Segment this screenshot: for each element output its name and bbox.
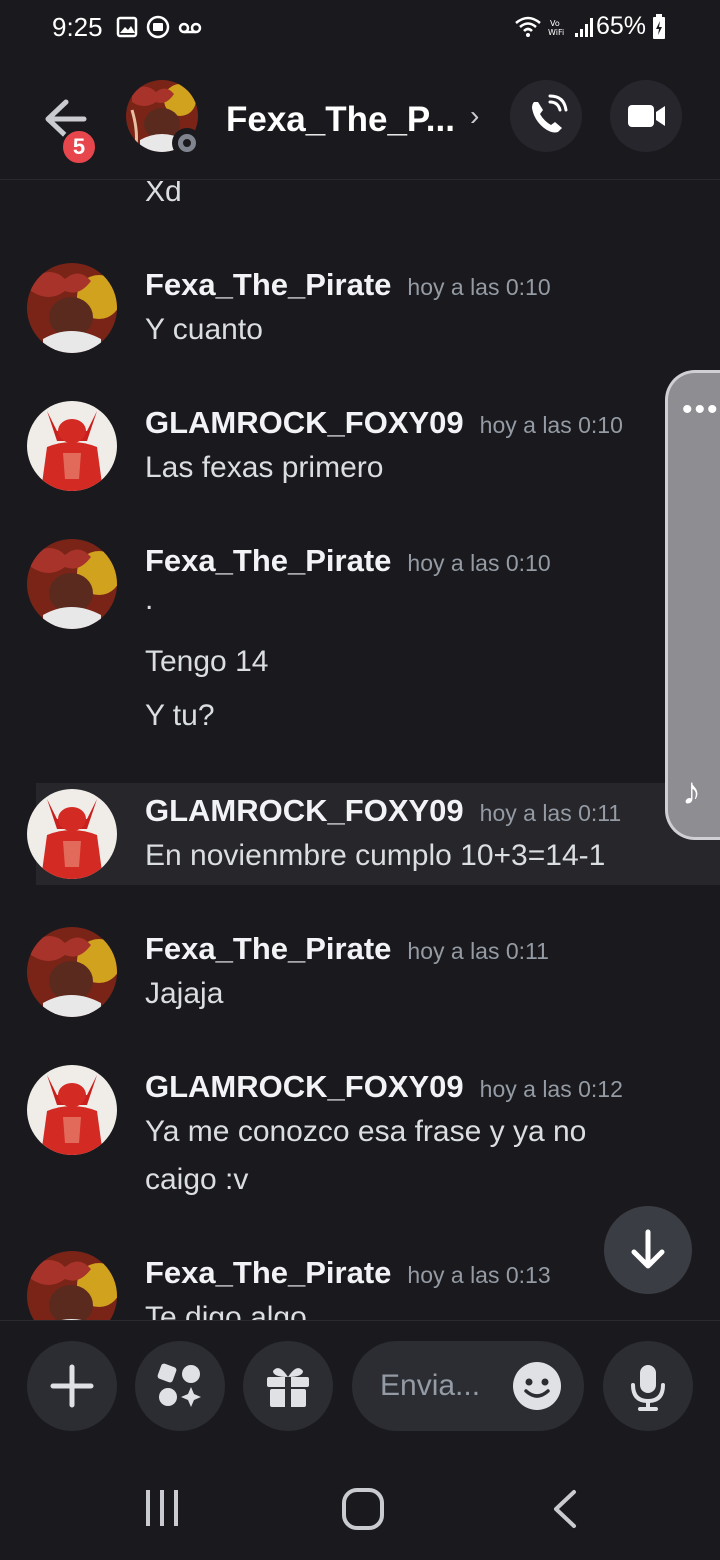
message-timestamp: hoy a las 0:10 xyxy=(407,274,551,300)
video-call-button[interactable] xyxy=(610,80,682,152)
message-author[interactable]: Fexa_The_Pirate hoy a las 0:11 xyxy=(145,931,549,967)
message-author[interactable]: GLAMROCK_FOXY09 hoy a las 0:11 xyxy=(145,793,621,829)
message-composer: Envia... xyxy=(0,1320,720,1450)
message-item[interactable]: GLAMROCK_FOXY09 hoy a las 0:10 Las fexas … xyxy=(0,399,720,499)
unread-badge: 5 xyxy=(60,128,98,166)
message-text: Jajaja xyxy=(145,977,224,1010)
message-text: Xd xyxy=(145,181,182,208)
battery-percent: 65% xyxy=(595,12,646,40)
home-icon[interactable] xyxy=(340,1486,386,1532)
message-text: . xyxy=(145,583,154,616)
message-text: Te digo algo xyxy=(145,1301,307,1320)
message-author[interactable]: GLAMROCK_FOXY09 hoy a las 0:12 xyxy=(145,1069,623,1105)
message-text: Las fexas primero xyxy=(145,451,384,484)
smiley-icon[interactable] xyxy=(512,1361,562,1411)
jump-to-latest-button[interactable] xyxy=(604,1206,692,1294)
svg-text:Vo: Vo xyxy=(550,19,560,28)
back-nav-icon[interactable] xyxy=(548,1488,582,1530)
message-text: Tengo 14 xyxy=(145,645,269,678)
avatar[interactable] xyxy=(27,1065,117,1155)
message-timestamp: hoy a las 0:10 xyxy=(407,550,551,576)
avatar[interactable] xyxy=(27,927,117,1017)
gift-button[interactable] xyxy=(243,1341,333,1431)
status-bar: 9:25 Vo WiFi 65% xyxy=(0,0,720,56)
message-timestamp: hoy a las 0:11 xyxy=(407,938,549,964)
message-text: Y cuanto xyxy=(145,313,263,346)
message-author[interactable]: Fexa_The_Pirate hoy a las 0:10 xyxy=(145,267,551,303)
apps-icon xyxy=(157,1363,201,1407)
video-camera-icon xyxy=(628,105,665,127)
chevron-right-icon: › xyxy=(470,100,480,131)
status-time: 9:25 xyxy=(52,12,103,42)
more-icon: ••• xyxy=(682,393,720,426)
message-author[interactable]: GLAMROCK_FOXY09 hoy a las 0:10 xyxy=(145,405,623,441)
add-attachment-button[interactable] xyxy=(27,1341,117,1431)
message-timestamp: hoy a las 0:12 xyxy=(479,1076,623,1102)
voice-call-button[interactable] xyxy=(510,80,582,152)
voice-message-button[interactable] xyxy=(603,1341,693,1431)
voicemail-icon xyxy=(178,22,202,34)
gallery-icon xyxy=(116,16,138,38)
signal-icon xyxy=(575,18,593,37)
message-item[interactable]: GLAMROCK_FOXY09 hoy a las 0:11 En novienm… xyxy=(27,783,720,885)
message-input-placeholder: Envia... xyxy=(380,1369,481,1402)
message-timestamp: hoy a las 0:11 xyxy=(479,800,622,826)
chat-header: Fexa_The_P... › xyxy=(0,56,720,180)
battery-icon xyxy=(653,14,665,39)
message-item[interactable]: Fexa_The_Pirate hoy a las 0:11 Jajaja xyxy=(0,925,720,1025)
message-timestamp: hoy a las 0:13 xyxy=(407,1262,551,1288)
message-text: caigo :v xyxy=(145,1163,249,1196)
system-nav-bar xyxy=(0,1450,720,1560)
message-item[interactable]: GLAMROCK_FOXY09 hoy a las 0:12 Ya me cono… xyxy=(0,1063,720,1213)
message-input[interactable]: Envia... xyxy=(352,1341,584,1431)
message-list[interactable]: Xd Fexa_The_Pirate hoy a las 0:10 Y cuant… xyxy=(0,181,720,1320)
message-author[interactable]: Fexa_The_Pirate hoy a las 0:10 xyxy=(145,543,551,579)
arrow-down-icon xyxy=(631,1229,665,1269)
message-item[interactable]: Xd xyxy=(0,181,720,241)
wifi-icon xyxy=(515,16,541,37)
avatar[interactable] xyxy=(27,263,117,353)
avatar[interactable] xyxy=(27,401,117,491)
page-title[interactable]: Fexa_The_P... xyxy=(226,100,455,140)
svg-text:WiFi: WiFi xyxy=(548,28,564,37)
message-timestamp: hoy a las 0:10 xyxy=(479,412,623,438)
plus-icon xyxy=(50,1364,94,1408)
message-text: Ya me conozco esa frase y ya no xyxy=(145,1115,587,1148)
message-item[interactable]: Fexa_The_Pirate hoy a las 0:10 . Tengo 14… xyxy=(0,537,720,747)
avatar[interactable] xyxy=(27,1251,117,1320)
apps-button[interactable] xyxy=(135,1341,225,1431)
avatar[interactable] xyxy=(27,539,117,629)
phone-icon xyxy=(532,94,568,133)
message-item[interactable]: Fexa_The_Pirate hoy a las 0:10 Y cuanto xyxy=(0,261,720,361)
avatar[interactable] xyxy=(27,789,117,879)
recent-apps-icon[interactable] xyxy=(140,1488,184,1528)
music-note-icon: ♪ xyxy=(682,771,701,813)
vowifi-icon: Vo WiFi xyxy=(548,19,564,37)
status-offline-indicator xyxy=(172,128,202,158)
message-text: Y tu? xyxy=(145,699,215,732)
message-text: En novienmbre cumplo 10+3=14-1 xyxy=(145,839,606,872)
message-author[interactable]: Fexa_The_Pirate hoy a las 0:13 xyxy=(145,1255,551,1291)
gift-icon xyxy=(267,1368,309,1407)
microphone-icon xyxy=(631,1365,665,1411)
edge-panel-handle[interactable]: ••• ♪ xyxy=(665,370,720,840)
screen-record-icon xyxy=(146,15,170,39)
